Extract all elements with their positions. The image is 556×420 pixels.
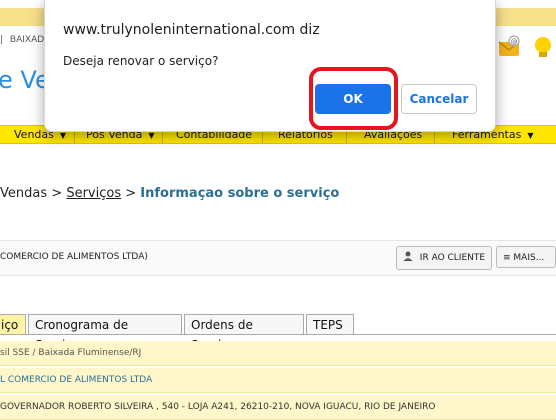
chevron-down-icon: ▼ xyxy=(59,131,67,140)
chevron-down-icon: ▼ xyxy=(148,131,155,140)
confirm-dialog: www.trulynoleninternational.com diz Dese… xyxy=(44,0,496,132)
breadcrumb-vendas[interactable]: Vendas xyxy=(0,186,47,201)
info-row-region: sil SSE / Baixada Fluminense/RJ xyxy=(0,341,556,366)
tab-label: iço xyxy=(1,318,19,332)
address-text: GOVERNADOR ROBERTO SILVEIRA , 540 - LOJA… xyxy=(0,402,436,412)
ok-highlight-annotation xyxy=(309,67,398,130)
info-row-company: L COMERCIO DE ALIMENTOS LTDA xyxy=(0,368,556,393)
svg-text:@: @ xyxy=(511,38,518,46)
breadcrumb: Vendas > Serviços > Informaçao sobre o s… xyxy=(0,186,339,201)
tab-teps[interactable]: TEPS xyxy=(306,314,354,334)
breadcrumb-separator: > xyxy=(125,186,137,201)
company-text[interactable]: L COMERCIO DE ALIMENTOS LTDA xyxy=(0,375,152,385)
tab-ordens[interactable]: Ordens de Serviço xyxy=(184,314,304,352)
info-row-address: GOVERNADOR ROBERTO SILVEIRA , 540 - LOJA… xyxy=(0,395,556,420)
breadcrumb-servicos[interactable]: Serviços xyxy=(66,186,121,201)
more-button[interactable]: ≡ MAIS... xyxy=(496,246,556,268)
go-to-client-label: IR AO CLIENTE xyxy=(419,253,486,263)
dialog-message: Deseja renovar o serviço? xyxy=(63,54,219,68)
tab-bar: iço Cronograma de Serviços Ordens de Ser… xyxy=(0,312,556,352)
menu-icon: ≡ xyxy=(503,253,511,263)
breadcrumb-separator: > xyxy=(51,186,63,201)
header-separator: | xyxy=(0,35,4,45)
tab-cronograma[interactable]: Cronograma de Serviços xyxy=(28,314,182,352)
lightbulb-icon[interactable] xyxy=(530,34,556,60)
client-name: COMERCIO DE ALIMENTOS LTDA) xyxy=(0,252,148,262)
breadcrumb-current: Informaçao sobre o serviço xyxy=(140,186,340,201)
go-to-client-button[interactable]: IR AO CLIENTE xyxy=(396,246,492,270)
chevron-down-icon: ▼ xyxy=(527,131,534,140)
client-header: COMERCIO DE ALIMENTOS LTDA) IR AO CLIENT… xyxy=(0,240,556,276)
tab-label: TEPS xyxy=(313,318,343,332)
more-label: MAIS... xyxy=(513,253,545,263)
user-icon xyxy=(403,251,420,263)
dialog-origin: www.trulynoleninternational.com diz xyxy=(63,22,320,38)
region-text: sil SSE / Baixada Fluminense/RJ xyxy=(0,348,142,358)
tab-servico[interactable]: iço xyxy=(0,314,26,334)
cancel-button[interactable]: Cancelar xyxy=(401,84,477,114)
mail-icon[interactable]: @ xyxy=(496,34,522,60)
